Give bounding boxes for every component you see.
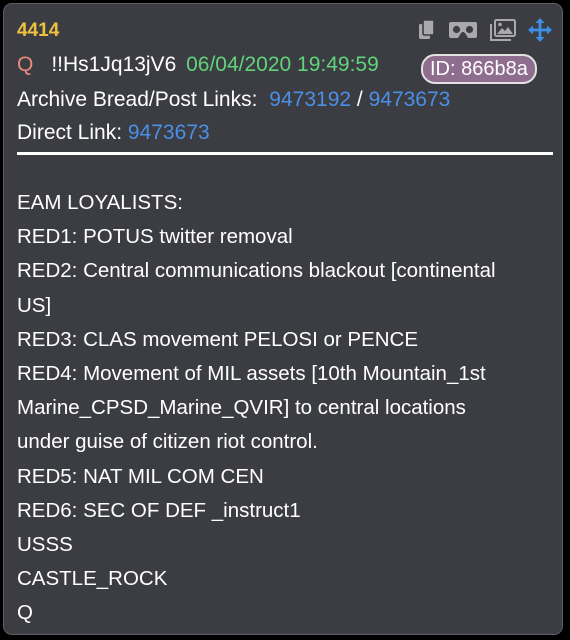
move-arrows-icon[interactable] [528,18,552,42]
post-body-line: CASTLE_ROCK [17,567,168,591]
post-body-line: RED5: NAT MIL COM CEN [17,464,264,488]
post-body-line: Q [17,601,33,625]
vr-headset-icon[interactable] [448,20,478,40]
post-body-line: Marine_CPSD_Marine_QVIR] to central loca… [17,396,466,420]
archive-link-1[interactable]: 9473192 [269,88,351,111]
direct-link-label: Direct Link: [17,121,123,144]
post-number[interactable]: 4414 [17,20,59,42]
post-toolbar [406,17,552,43]
post-body: EAM LOYALISTS: RED1: POTUS twitter remov… [17,186,557,631]
archive-links-line: Archive Bread/Post Links: 9473192 / 9473… [17,88,450,112]
post-body-line: EAM LOYALISTS: [17,191,183,214]
copy-icon[interactable] [418,19,436,41]
direct-link-line: Direct Link: 9473673 [17,121,210,145]
post-card: 4414 Q !!Hs1Jq13jV6 06/04/2020 19:49:59 … [3,3,563,635]
archive-label: Archive Bread/Post Links: [17,88,258,111]
post-body-line: USSS [17,533,73,557]
post-datetime: 06/04/2020 19:49:59 [186,53,379,76]
archive-link-2[interactable]: 9473673 [369,88,451,111]
archive-separator: / [356,88,363,111]
post-body-line: RED3: CLAS movement PELOSI or PENCE [17,327,419,351]
author-name: Q [17,53,34,76]
image-gallery-icon[interactable] [490,19,516,41]
post-body-line: RED6: SEC OF DEF _instruct1 [17,498,301,522]
post-body-line: under guise of citizen riot control. [17,430,318,454]
post-body-line: RED2: Central communications blackout [c… [17,259,496,283]
post-body-line: RED4: Movement of MIL assets [10th Mount… [17,362,486,386]
poster-id-badge[interactable]: ID: 866b8a [421,54,537,84]
post-body-line: RED1: POTUS twitter removal [17,225,293,249]
direct-link[interactable]: 9473673 [128,121,210,144]
tripcode: !!Hs1Jq13jV6 [51,53,177,76]
post-body-line: US] [17,293,52,317]
post-author-line: Q !!Hs1Jq13jV6 06/04/2020 19:49:59 [17,53,379,77]
divider [17,152,553,155]
